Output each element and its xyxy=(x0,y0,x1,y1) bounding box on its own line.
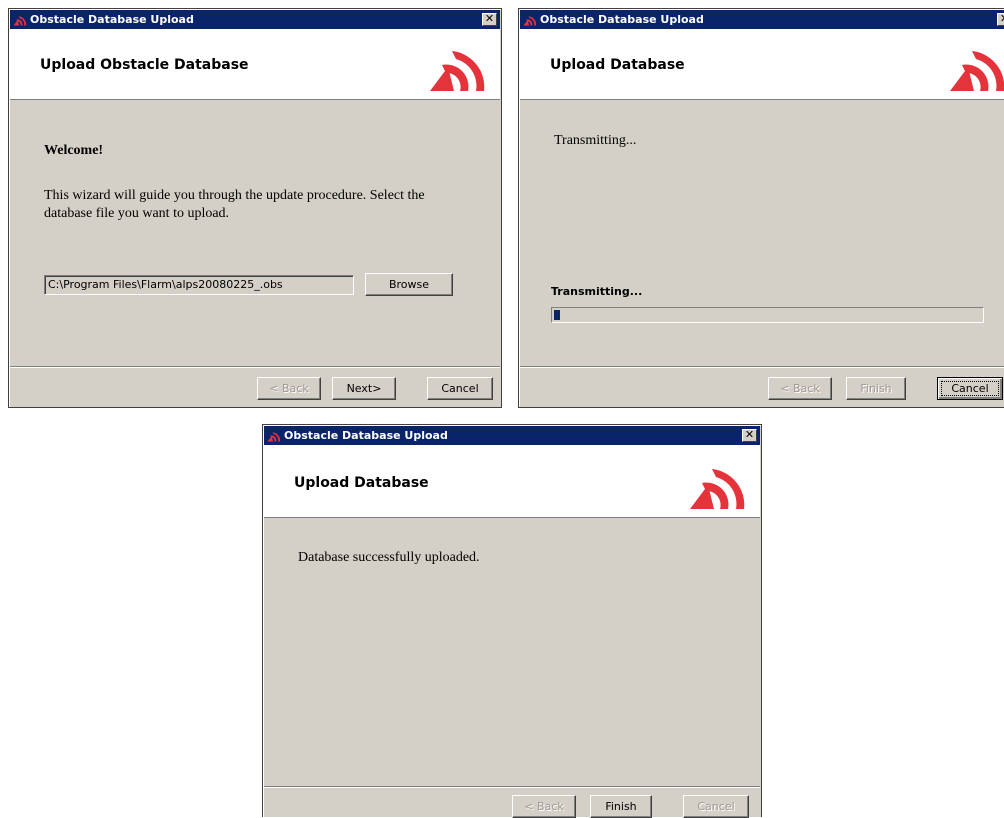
welcome-heading: Welcome! xyxy=(44,143,104,158)
footer-divider xyxy=(520,366,1004,368)
flarm-logo-icon xyxy=(13,16,27,26)
window-title: Obstacle Database Upload xyxy=(540,13,704,26)
flarm-logo-icon xyxy=(523,16,537,26)
file-path-field[interactable]: C:\Program Files\Flarm\alps20080225_.obs xyxy=(44,275,354,295)
upload-progress-bar xyxy=(551,307,984,323)
window-title: Obstacle Database Upload xyxy=(284,429,448,442)
browse-button[interactable]: Browse xyxy=(365,273,453,296)
header-title: Upload Obstacle Database xyxy=(40,57,249,73)
progress-label: Transmitting... xyxy=(551,285,643,298)
intro-text-line1: This wizard will guide you through the u… xyxy=(44,188,425,203)
status-text: Transmitting... xyxy=(554,133,637,148)
close-icon: ✕ xyxy=(1000,12,1004,25)
next-button[interactable]: Next> xyxy=(332,377,396,400)
window-title: Obstacle Database Upload xyxy=(30,13,194,26)
cancel-button[interactable]: Cancel xyxy=(427,377,493,400)
footer-divider xyxy=(264,786,760,788)
close-button[interactable]: ✕ xyxy=(482,13,497,26)
wizard-window-complete: Obstacle Database Upload ✕ Upload Databa… xyxy=(262,424,762,818)
back-button[interactable]: < Back xyxy=(512,795,576,818)
wizard-window-transmitting: Obstacle Database Upload ✕ Upload Databa… xyxy=(518,8,1004,408)
title-bar[interactable]: Obstacle Database Upload ✕ xyxy=(10,10,500,29)
wizard-header: Upload Database xyxy=(520,29,1004,100)
flarm-logo-icon xyxy=(950,51,1004,91)
close-button[interactable]: ✕ xyxy=(997,13,1004,26)
progress-fill xyxy=(554,310,560,320)
wizard-header: Upload Database xyxy=(264,445,760,518)
back-button[interactable]: < Back xyxy=(257,377,321,400)
footer-divider xyxy=(10,366,500,368)
intro-text-line2: database file you want to upload. xyxy=(44,206,230,221)
cancel-button[interactable]: Cancel xyxy=(683,795,749,818)
wizard-header: Upload Obstacle Database xyxy=(10,29,500,100)
flarm-logo-icon xyxy=(430,51,485,91)
wizard-window-welcome: Obstacle Database Upload ✕ Upload Obstac… xyxy=(8,8,502,408)
close-icon: ✕ xyxy=(484,12,495,25)
focus-ring xyxy=(941,381,999,396)
flarm-logo-icon xyxy=(267,432,281,442)
back-button[interactable]: < Back xyxy=(768,377,832,400)
success-message: Database successfully uploaded. xyxy=(298,550,480,565)
title-bar[interactable]: Obstacle Database Upload ✕ xyxy=(520,10,1004,29)
finish-button[interactable]: Finish xyxy=(590,795,652,818)
cancel-button[interactable]: Cancel xyxy=(937,377,1003,400)
header-title: Upload Database xyxy=(294,475,429,491)
close-icon: ✕ xyxy=(744,428,755,441)
header-title: Upload Database xyxy=(550,57,685,73)
flarm-logo-icon xyxy=(690,469,745,509)
title-bar[interactable]: Obstacle Database Upload ✕ xyxy=(264,426,760,445)
finish-button[interactable]: Finish xyxy=(846,377,906,400)
close-button[interactable]: ✕ xyxy=(742,429,757,442)
